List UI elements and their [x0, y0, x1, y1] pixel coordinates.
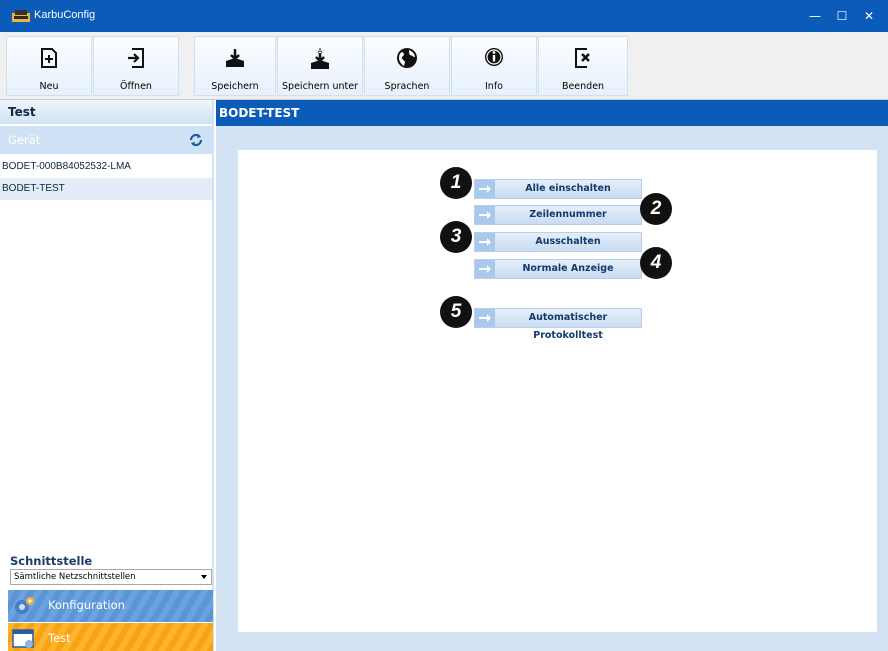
- callout-badge-5: 5: [440, 296, 472, 328]
- arrow-right-icon: [475, 180, 495, 198]
- device-section-label: Gerät: [8, 133, 41, 147]
- normal-display-button[interactable]: Normale Anzeige: [474, 259, 642, 279]
- normal-display-label: Normale Anzeige: [522, 263, 614, 274]
- exit-label: Beenden: [561, 81, 605, 92]
- chevron-down-icon: [201, 575, 207, 579]
- title-bar: KarbuConfig — ☐ ✕: [0, 0, 888, 32]
- device-list-item-selected[interactable]: BODET-TEST: [0, 178, 212, 200]
- new-button[interactable]: Neu: [6, 36, 92, 96]
- auto-protocol-test-button[interactable]: Automatischer Protokolltest: [474, 308, 642, 341]
- device-list-item[interactable]: BODET-000B84052532-LMA: [0, 156, 212, 178]
- save-icon: [226, 49, 244, 67]
- globe-icon: [397, 48, 417, 68]
- sidebar: Test Gerät BODET-000B84052532-LMA BODET-…: [0, 100, 214, 651]
- line-number-label: Zeilennummer: [529, 209, 607, 220]
- gears-icon: [15, 597, 34, 614]
- callout-badge-2: 2: [640, 193, 672, 225]
- page-title: BODET-TEST: [216, 100, 888, 126]
- arrow-right-icon: [475, 309, 495, 327]
- all-on-label: Alle einschalten: [525, 183, 611, 194]
- nav-konfiguration[interactable]: Konfiguration: [8, 590, 213, 622]
- callout-badge-1: 1: [440, 167, 472, 199]
- arrow-right-icon: [475, 260, 495, 278]
- save-label: Speichern: [211, 81, 259, 92]
- interface-label: Schnittstelle: [10, 554, 93, 568]
- exit-icon: [575, 48, 590, 68]
- app-icon: [12, 10, 30, 22]
- info-icon: [485, 48, 503, 66]
- callout-badge-4: 4: [640, 247, 672, 279]
- nav-test[interactable]: Test: [8, 623, 213, 651]
- languages-button[interactable]: Sprachen: [364, 36, 450, 96]
- new-label: Neu: [39, 81, 59, 92]
- test-window-icon: [12, 629, 34, 648]
- switch-off-label: Ausschalten: [535, 236, 601, 247]
- device-section-header: Gerät: [0, 126, 212, 154]
- nav-test-label: Test: [48, 631, 71, 645]
- save-as-icon: A: [311, 47, 329, 69]
- save-as-button[interactable]: A Speichern unter: [277, 36, 363, 96]
- save-as-label: Speichern unter: [282, 81, 358, 92]
- info-label: Info: [485, 81, 503, 92]
- interface-select[interactable]: Sämtliche Netzschnittstellen: [10, 569, 212, 585]
- switch-off-button[interactable]: Ausschalten: [474, 232, 642, 252]
- new-file-icon: [41, 48, 57, 68]
- open-icon: [128, 48, 144, 68]
- sidebar-header: Test: [0, 100, 212, 124]
- open-label: Öffnen: [120, 81, 152, 92]
- open-button[interactable]: Öffnen: [93, 36, 179, 96]
- info-button[interactable]: Info: [451, 36, 537, 96]
- languages-label: Sprachen: [384, 81, 430, 92]
- auto-protocol-test-label: Automatischer Protokolltest: [528, 312, 608, 341]
- callout-badge-3: 3: [440, 221, 472, 253]
- toolbar: Neu Öffnen Speichern A Speichern unter S…: [0, 32, 888, 100]
- arrow-right-icon: [475, 233, 495, 251]
- window-title: KarbuConfig: [34, 9, 96, 21]
- arrow-right-icon: [475, 206, 495, 224]
- all-on-button[interactable]: Alle einschalten: [474, 179, 642, 199]
- close-button[interactable]: ✕: [850, 0, 888, 32]
- nav-konfiguration-label: Konfiguration: [48, 598, 125, 612]
- save-button[interactable]: Speichern: [194, 36, 276, 96]
- interface-select-value: Sämtliche Netzschnittstellen: [14, 572, 136, 582]
- refresh-icon[interactable]: [188, 132, 204, 148]
- line-number-button[interactable]: Zeilennummer: [474, 205, 642, 225]
- exit-button[interactable]: Beenden: [538, 36, 628, 96]
